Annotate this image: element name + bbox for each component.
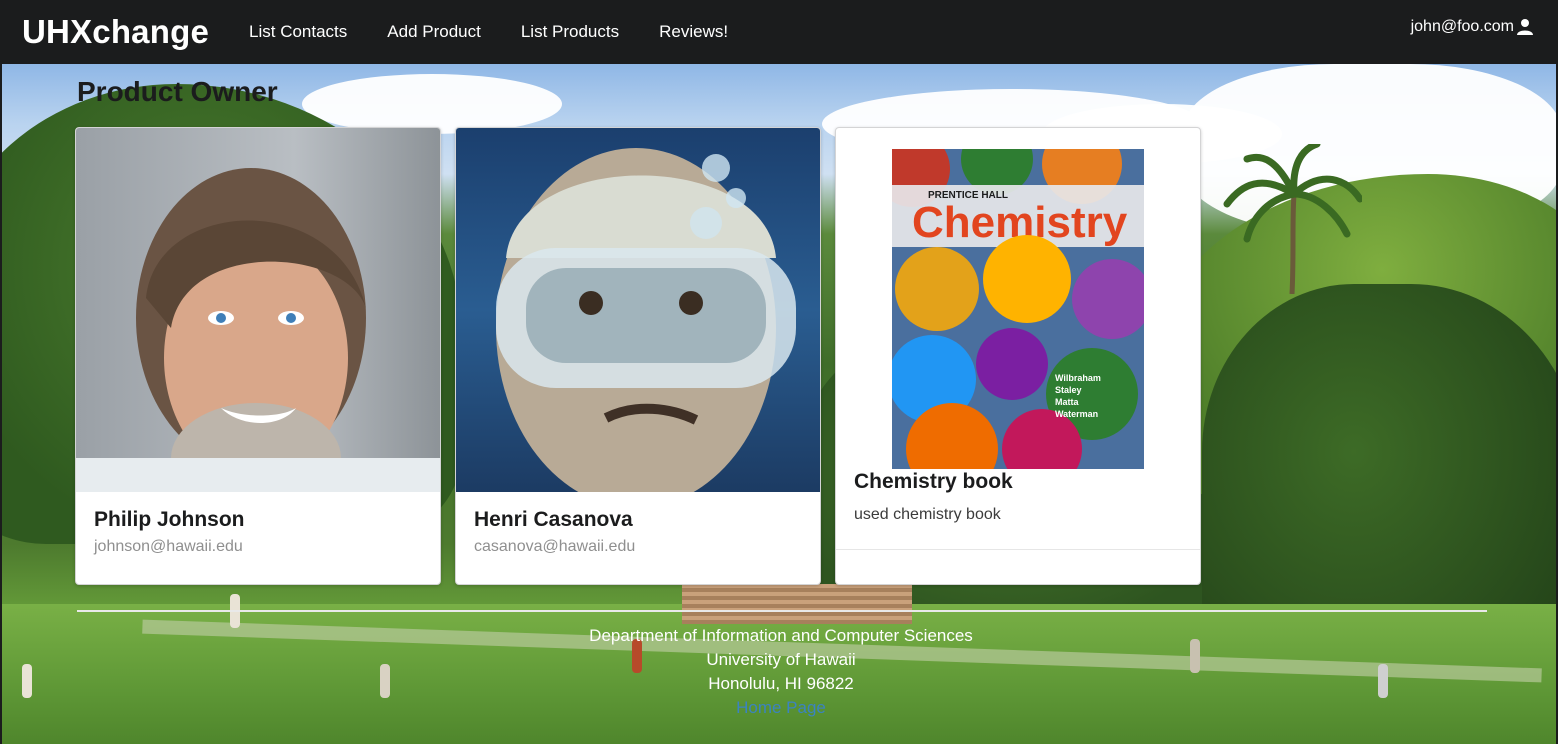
- nav-list-products[interactable]: List Products: [521, 22, 619, 42]
- nav-reviews[interactable]: Reviews!: [659, 22, 728, 42]
- home-page-link[interactable]: Home Page: [736, 698, 826, 717]
- footer-department: Department of Information and Computer S…: [589, 626, 973, 645]
- top-navbar: UHXchange List Contacts Add Product List…: [2, 0, 1556, 64]
- product-card[interactable]: PRENTICE HALL Chemistry Wilbraham Staley…: [835, 127, 1201, 585]
- user-menu-dropdown[interactable]: john@foo.com: [1411, 18, 1534, 36]
- app-frame: UHXchange List Contacts Add Product List…: [2, 0, 1556, 744]
- portrait-photo: [76, 128, 440, 492]
- book-author-2: Staley: [1055, 385, 1082, 395]
- contact-name: Henri Casanova: [474, 508, 633, 531]
- book-author-1: Wilbraham: [1055, 373, 1101, 383]
- footer-address: Honolulu, HI 96822: [708, 674, 854, 693]
- contact-card[interactable]: Henri Casanova casanova@hawaii.edu: [455, 127, 821, 585]
- card-divider: [836, 549, 1200, 550]
- footer-university: University of Hawaii: [706, 650, 856, 669]
- contact-name: Philip Johnson: [94, 508, 245, 531]
- book-cover-photo: PRENTICE HALL Chemistry Wilbraham Staley…: [892, 149, 1144, 469]
- user-email: john@foo.com: [1410, 18, 1514, 35]
- brand-logo-link[interactable]: UHXchange: [22, 13, 209, 51]
- contact-card[interactable]: Philip Johnson johnson@hawaii.edu: [75, 127, 441, 585]
- footer-divider: [77, 610, 1487, 612]
- nav-list-contacts[interactable]: List Contacts: [249, 22, 347, 42]
- contact-email: johnson@hawaii.edu: [94, 538, 243, 555]
- diver-portrait-photo: [456, 128, 820, 492]
- page-title: Product Owner: [77, 76, 278, 107]
- nav-add-product[interactable]: Add Product: [387, 22, 481, 42]
- user-icon: [1517, 19, 1533, 35]
- contact-email: casanova@hawaii.edu: [474, 538, 636, 555]
- product-description: used chemistry book: [854, 506, 1001, 523]
- footer: Department of Information and Computer S…: [2, 624, 1556, 720]
- book-author-4: Waterman: [1055, 409, 1098, 419]
- product-title: Chemistry book: [854, 470, 1013, 493]
- book-author-3: Matta: [1055, 397, 1079, 407]
